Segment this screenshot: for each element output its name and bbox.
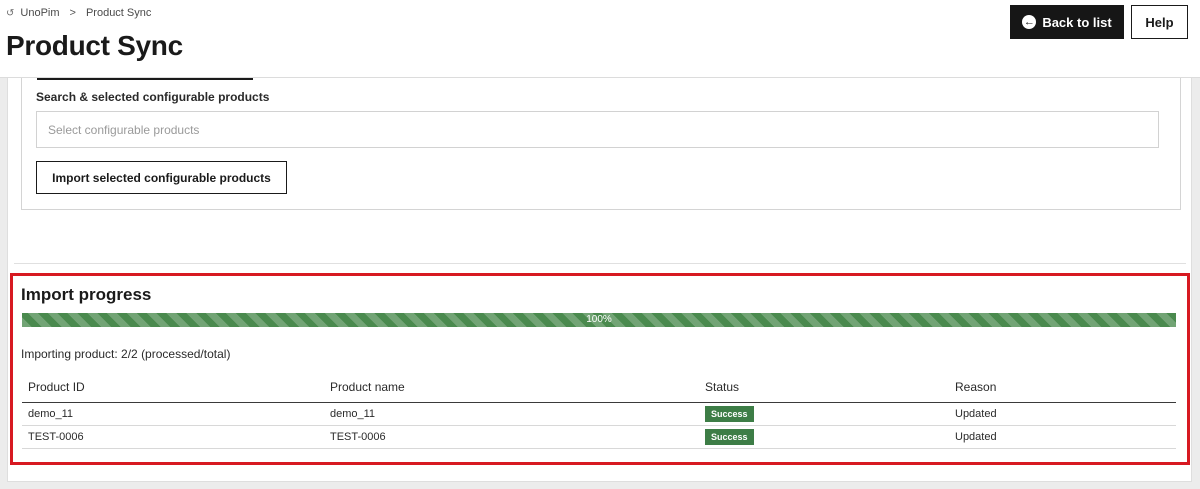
table-row: demo_11 demo_11 Success Updated (22, 402, 1176, 426)
sync-icon: ↺ (6, 7, 15, 19)
column-header-status: Status (699, 373, 949, 403)
column-header-product-id: Product ID (22, 373, 324, 403)
results-table: Product ID Product name Status Reason de… (22, 373, 1176, 449)
cell-status: Success (699, 425, 949, 449)
active-tab-indicator (37, 78, 253, 80)
table-row: TEST-0006 TEST-0006 Success Updated (22, 425, 1176, 449)
breadcrumb-current: Product Sync (85, 7, 152, 19)
breadcrumb: ↺ UnoPim > Product Sync (6, 7, 151, 19)
help-button[interactable]: Help (1131, 5, 1188, 39)
progress-percent-label: 100% (586, 314, 612, 325)
main-card: Search & selected configurable products … (7, 78, 1192, 482)
section-divider (14, 263, 1186, 264)
arrow-left-circle-icon: ← (1022, 15, 1037, 29)
table-header-row: Product ID Product name Status Reason (22, 373, 1176, 403)
status-badge: Success (705, 405, 754, 422)
status-badge: Success (705, 428, 754, 445)
page-title: Product Sync (6, 30, 183, 61)
import-progress-section: Import progress 100% Importing product: … (10, 273, 1190, 465)
back-to-list-button[interactable]: ← Back to list (1010, 5, 1124, 39)
cell-product-name: demo_11 (324, 402, 699, 426)
import-selected-button[interactable]: Import selected configurable products (36, 161, 287, 194)
cell-product-id: demo_11 (22, 402, 324, 426)
back-to-list-label: Back to list (1042, 14, 1112, 30)
cell-reason: Updated (949, 425, 1176, 449)
import-progress-title: Import progress (21, 285, 152, 304)
configurable-products-input[interactable] (36, 111, 1159, 148)
breadcrumb-root[interactable]: UnoPim (20, 7, 59, 19)
breadcrumb-separator: > (69, 7, 76, 19)
processed-count-text: Importing product: 2/2 (processed/total) (21, 347, 231, 361)
cell-product-name: TEST-0006 (324, 425, 699, 449)
column-header-product-name: Product name (324, 373, 699, 403)
cell-product-id: TEST-0006 (22, 425, 324, 449)
cell-reason: Updated (949, 402, 1176, 426)
page-header: ↺ UnoPim > Product Sync Product Sync ← B… (0, 0, 1200, 78)
configurable-products-panel: Search & selected configurable products … (21, 78, 1181, 210)
column-header-reason: Reason (949, 373, 1176, 403)
configurable-products-label: Search & selected configurable products (36, 90, 270, 104)
cell-status: Success (699, 402, 949, 426)
progress-bar: 100% (22, 313, 1176, 327)
